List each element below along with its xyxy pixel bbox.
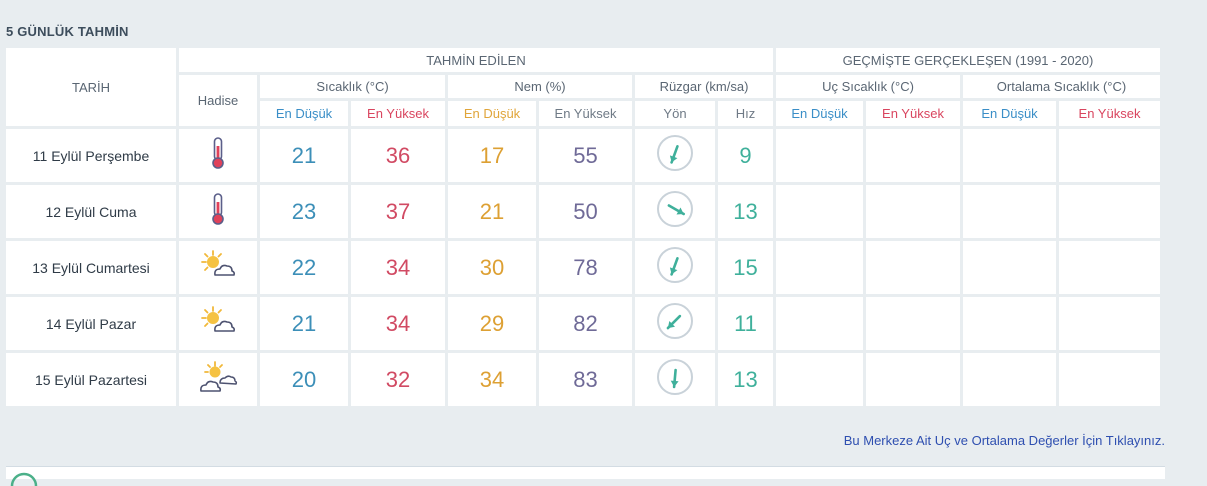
temp-min: 20 [260, 353, 348, 406]
past-avg-min [963, 185, 1056, 238]
past-avg-max [1059, 241, 1160, 294]
header-wind: Rüzgar (km/sa) [635, 75, 773, 98]
table-row: 11 Eylül Perşembe 21 36 17 55 9 [6, 129, 1160, 182]
humidity-max: 50 [539, 185, 632, 238]
temp-min: 22 [260, 241, 348, 294]
weather-cell [179, 353, 257, 406]
humidity-max: 83 [539, 353, 632, 406]
header-humidity: Nem (%) [448, 75, 632, 98]
temp-max: 34 [351, 297, 445, 350]
past-extreme-max [866, 297, 960, 350]
partly-cloudy-icon [198, 306, 238, 342]
humidity-min: 34 [448, 353, 536, 406]
temp-max: 32 [351, 353, 445, 406]
weather-cell [179, 297, 257, 350]
subheader-wind-speed: Hız [718, 101, 773, 126]
next-section-box [6, 466, 1165, 479]
wind-direction-cell [635, 185, 715, 238]
row-date: 11 Eylül Perşembe [6, 129, 176, 182]
subheader-humidity-min: En Düşük [448, 101, 536, 126]
forecast-table: TARİH TAHMİN EDİLEN GEÇMİŞTE GERÇEKLEŞEN… [3, 45, 1163, 409]
wind-direction-cell [635, 297, 715, 350]
temp-min: 23 [260, 185, 348, 238]
partly-cloudy-icon [198, 250, 238, 286]
temp-min: 21 [260, 297, 348, 350]
past-avg-max [1059, 353, 1160, 406]
header-avg-temp: Ortalama Sıcaklık (°C) [963, 75, 1160, 98]
past-avg-min [963, 297, 1056, 350]
past-extreme-min [776, 241, 863, 294]
humidity-min: 21 [448, 185, 536, 238]
past-avg-max [1059, 185, 1160, 238]
past-extreme-min [776, 129, 863, 182]
temp-max: 36 [351, 129, 445, 182]
header-date: TARİH [6, 48, 176, 126]
past-extreme-min [776, 297, 863, 350]
subheader-temp-min: En Düşük [260, 101, 348, 126]
section-logo-icon [10, 472, 38, 486]
temp-min: 21 [260, 129, 348, 182]
wind-speed: 13 [718, 353, 773, 406]
header-hadise: Hadise [179, 75, 257, 126]
past-avg-max [1059, 297, 1160, 350]
section-title: 5 GÜNLÜK TAHMİN [6, 24, 129, 39]
humidity-min: 29 [448, 297, 536, 350]
table-row: 13 Eylül Cumartesi 22 34 30 78 15 [6, 241, 1160, 294]
temp-max: 34 [351, 241, 445, 294]
past-extreme-max [866, 353, 960, 406]
table-row: 14 Eylül Pazar 21 34 29 82 11 [6, 297, 1160, 350]
past-avg-min [963, 241, 1056, 294]
weather-cell [179, 241, 257, 294]
humidity-max: 82 [539, 297, 632, 350]
thermometer-icon [198, 193, 238, 230]
humidity-min: 30 [448, 241, 536, 294]
humidity-max: 55 [539, 129, 632, 182]
sun-clouds-icon [198, 361, 238, 398]
row-date: 15 Eylül Pazartesi [6, 353, 176, 406]
subheader-extreme-min: En Düşük [776, 101, 863, 126]
humidity-max: 78 [539, 241, 632, 294]
humidity-min: 17 [448, 129, 536, 182]
wind-direction-icon [656, 135, 694, 176]
past-extreme-min [776, 185, 863, 238]
wind-direction-cell [635, 353, 715, 406]
subheader-avg-max: En Yüksek [1059, 101, 1160, 126]
wind-direction-icon [656, 359, 694, 400]
row-date: 13 Eylül Cumartesi [6, 241, 176, 294]
row-date: 12 Eylül Cuma [6, 185, 176, 238]
wind-speed: 13 [718, 185, 773, 238]
header-past: GEÇMİŞTE GERÇEKLEŞEN (1991 - 2020) [776, 48, 1160, 72]
subheader-extreme-max: En Yüksek [866, 101, 960, 126]
header-predicted: TAHMİN EDİLEN [179, 48, 773, 72]
wind-direction-icon [656, 247, 694, 288]
thermometer-icon [198, 137, 238, 174]
wind-direction-icon [656, 191, 694, 232]
temp-max: 37 [351, 185, 445, 238]
subheader-wind-direction: Yön [635, 101, 715, 126]
weather-cell [179, 129, 257, 182]
averages-link[interactable]: Bu Merkeze Ait Uç ve Ortalama Değerler İ… [844, 433, 1165, 448]
past-avg-max [1059, 129, 1160, 182]
table-row: 15 Eylül Pazartesi 20 32 34 83 13 [6, 353, 1160, 406]
row-date: 14 Eylül Pazar [6, 297, 176, 350]
wind-speed: 11 [718, 297, 773, 350]
header-extreme-temp: Uç Sıcaklık (°C) [776, 75, 960, 98]
wind-speed: 9 [718, 129, 773, 182]
wind-direction-icon [656, 303, 694, 344]
wind-direction-cell [635, 241, 715, 294]
wind-direction-cell [635, 129, 715, 182]
table-row: 12 Eylül Cuma 23 37 21 50 13 [6, 185, 1160, 238]
weather-cell [179, 185, 257, 238]
wind-speed: 15 [718, 241, 773, 294]
past-avg-min [963, 353, 1056, 406]
past-extreme-max [866, 185, 960, 238]
past-extreme-max [866, 241, 960, 294]
past-extreme-max [866, 129, 960, 182]
subheader-avg-min: En Düşük [963, 101, 1056, 126]
past-extreme-min [776, 353, 863, 406]
subheader-humidity-max: En Yüksek [539, 101, 632, 126]
header-temperature: Sıcaklık (°C) [260, 75, 445, 98]
subheader-temp-max: En Yüksek [351, 101, 445, 126]
past-avg-min [963, 129, 1056, 182]
